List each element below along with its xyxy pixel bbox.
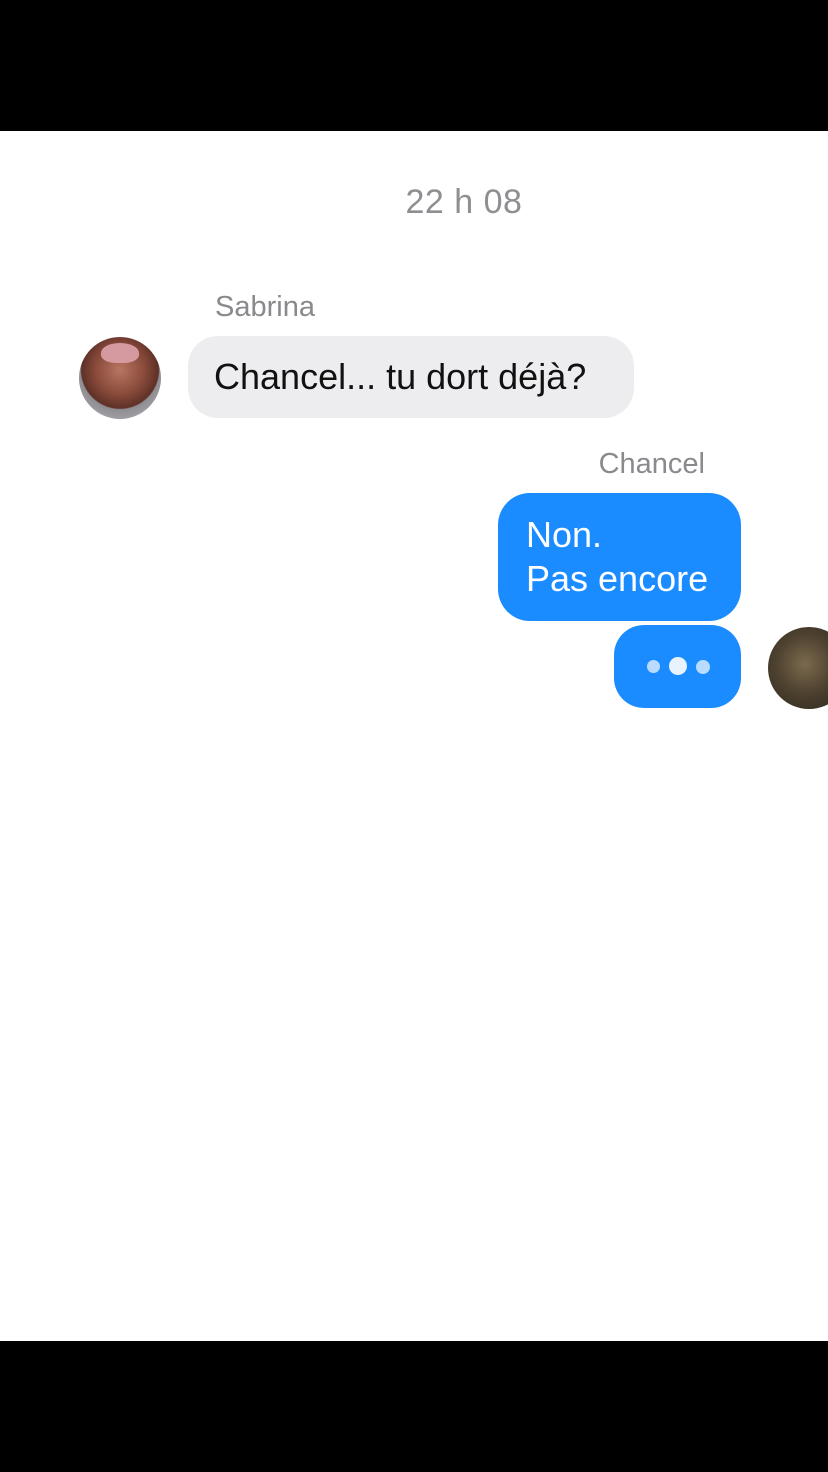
typing-dot-icon [647,660,660,673]
outgoing-message-line: Pas encore [526,558,709,599]
avatar-hair [101,343,139,363]
incoming-message-bubble[interactable]: Chancel... tu dort déjà? [188,336,634,418]
typing-dot-icon [669,657,687,675]
outgoing-message-bubble[interactable]: Non. Pas encore [498,493,741,621]
sabrina-avatar[interactable] [79,337,161,419]
typing-indicator-bubble [614,625,741,708]
typing-dot-icon [696,660,710,674]
sender-name-sabrina: Sabrina [215,291,315,323]
message-timestamp: 22 h 08 [405,183,523,221]
sender-name-chancel: Chancel [598,448,705,480]
outgoing-message-line: Non. [526,514,603,555]
chancel-avatar[interactable] [768,627,828,709]
chat-screen: 22 h 08 Sabrina Chancel... tu dort déjà?… [0,131,828,1341]
